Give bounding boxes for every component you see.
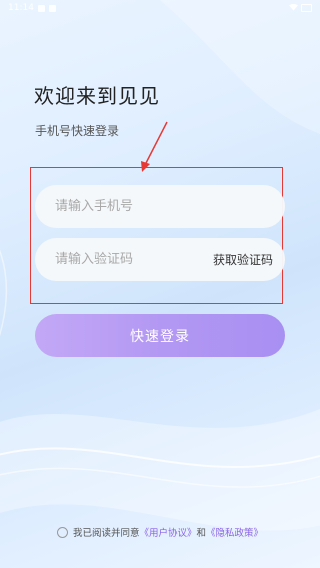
agreement-prefix: 我已阅读并同意: [72, 528, 140, 539]
get-code-button[interactable]: 获取验证码: [213, 251, 273, 268]
phone-field[interactable]: [35, 185, 285, 228]
code-field[interactable]: 获取验证码: [35, 238, 285, 281]
agreement-checkbox[interactable]: [56, 526, 68, 538]
agreement-and: 和: [196, 528, 207, 539]
notification-icon: [37, 4, 45, 12]
status-bar: 11:14: [0, 0, 320, 16]
code-input[interactable]: [53, 251, 213, 268]
phone-input[interactable]: [53, 198, 273, 215]
battery-icon: [301, 4, 312, 12]
status-time: 11:14: [8, 3, 34, 13]
privacy-policy-link[interactable]: 《隐私政策》: [206, 525, 263, 539]
status-right: [289, 3, 312, 14]
agreement-row: 我已阅读并同意 《用户协议》 和 《隐私政策》: [0, 525, 320, 539]
status-left: 11:14: [8, 3, 56, 13]
page-subtitle: 手机号快速登录: [35, 124, 120, 138]
page-title: 欢迎来到见见: [34, 84, 160, 108]
wifi-icon: [289, 3, 298, 14]
notification-icon: [48, 4, 56, 12]
user-agreement-link[interactable]: 《用户协议》: [139, 525, 196, 539]
login-button[interactable]: 快速登录: [35, 314, 285, 357]
